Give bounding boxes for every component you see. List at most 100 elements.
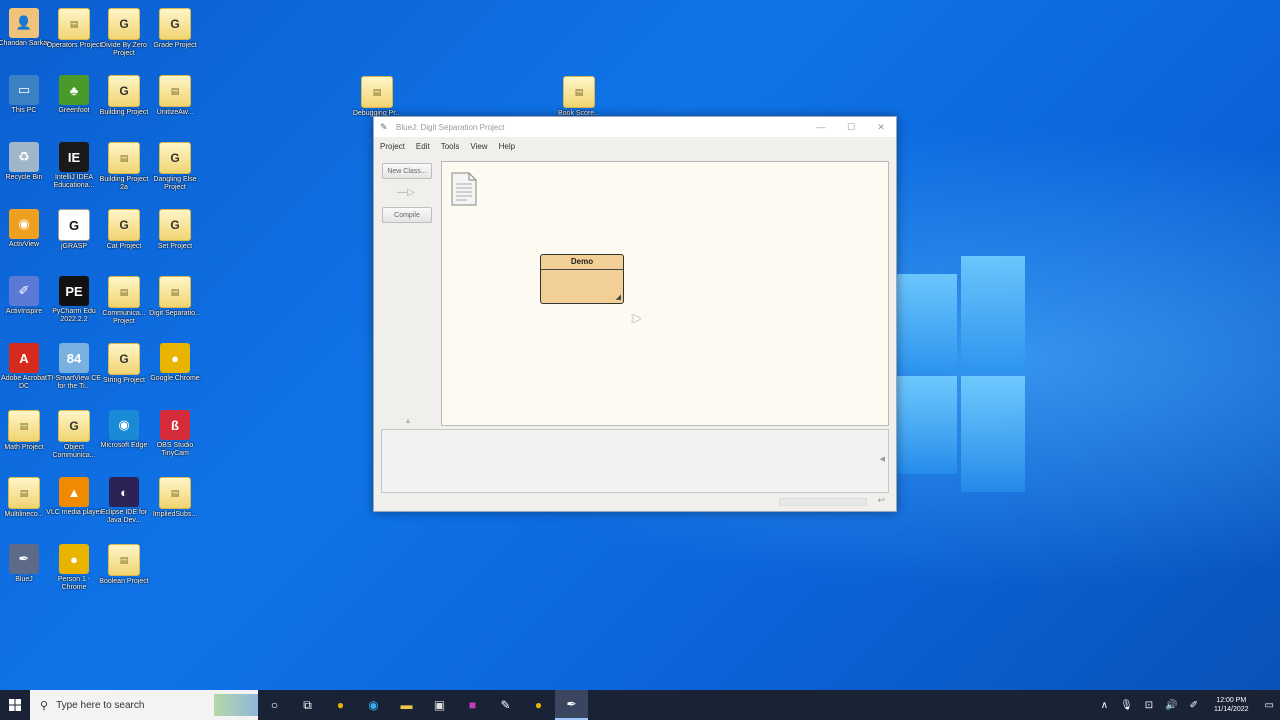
desktop-icon-activinspire2[interactable]: ✐ ActivInspire bbox=[0, 276, 52, 316]
jgrasp-file-icon: G bbox=[58, 410, 90, 442]
compile-button[interactable]: Compile bbox=[382, 207, 432, 223]
readme-document-icon[interactable] bbox=[451, 172, 477, 206]
microphone-icon[interactable]: 🎙 bbox=[1120, 700, 1133, 711]
intellij-taskbar-icon[interactable]: ■ bbox=[456, 690, 489, 720]
activ-icon: ◉ bbox=[9, 209, 39, 239]
taskbar: ⚲ Type here to search ○ ⧉ ● ◉ ▬ ▣ ■ ✎ ● … bbox=[0, 690, 1280, 720]
folder-icon: ▤ bbox=[8, 477, 40, 509]
desktop-icon-recycle[interactable]: ♻ Recycle Bin bbox=[0, 142, 52, 182]
folder-icon: ▤ bbox=[361, 76, 393, 108]
edge-taskbar-icon[interactable]: ◉ bbox=[357, 690, 390, 720]
desktop-icon-divide[interactable]: G Divide By Zero Project bbox=[96, 8, 152, 58]
jgrasp-file-icon: G bbox=[108, 209, 140, 241]
progress-bar bbox=[779, 498, 867, 506]
desktop-icon-greenfoot[interactable]: ♣ Greenfoot bbox=[46, 75, 102, 115]
jgrasp-file-icon: G bbox=[108, 75, 140, 107]
user-icon: 👤 bbox=[9, 8, 39, 38]
desktop-icon-eclipse[interactable]: ◐ Eclipse IDE for Java Dev... bbox=[96, 477, 152, 525]
desktop-icon-boolean[interactable]: ▤ Boolean Project bbox=[96, 544, 152, 586]
uses-arrow-button[interactable]: —▷ bbox=[382, 187, 430, 201]
desktop-icon-communica[interactable]: ▤ Communica... Project bbox=[96, 276, 152, 326]
taskbar-search-box[interactable]: ⚲ Type here to search bbox=[30, 690, 258, 720]
folder-icon: ▤ bbox=[108, 276, 140, 308]
menu-view[interactable]: View bbox=[470, 142, 487, 151]
chrome-taskbar-icon[interactable]: ● bbox=[324, 690, 357, 720]
menu-project[interactable]: Project bbox=[380, 142, 405, 151]
desktop-icon-thispc[interactable]: ▭ This PC bbox=[0, 75, 52, 115]
desktop-icon-label: Building Project 2a bbox=[99, 176, 149, 191]
desktop-icon-dangling[interactable]: G Dangling Else Project bbox=[147, 142, 203, 192]
desktop-icon-tinycam[interactable]: ß OBS Studio TinyCam bbox=[147, 410, 203, 458]
desktop-icon-label: TI-SmartView CE for the Ti... bbox=[47, 375, 101, 390]
desktop-icon-operators[interactable]: ▤ Operators Project bbox=[46, 8, 102, 50]
tool-panel: New Class... —▷ Compile ▲ bbox=[382, 163, 434, 425]
chrome-person-taskbar-icon[interactable]: ● bbox=[522, 690, 555, 720]
desktop-icon-acrobat[interactable]: A Adobe Acrobat DC bbox=[0, 343, 52, 391]
menu-help[interactable]: Help bbox=[499, 142, 515, 151]
notifications-icon[interactable]: ▭ bbox=[1265, 700, 1274, 711]
desktop-icon-smartview[interactable]: 84 TI-SmartView CE for the Ti... bbox=[46, 343, 102, 391]
desktop-icon-jgrasp[interactable]: GjGRASP bbox=[46, 209, 102, 251]
desktop-icon-math[interactable]: ▤ Math Project bbox=[0, 410, 52, 452]
class-diagram-canvas[interactable]: Demo ◢ bbox=[441, 161, 889, 426]
desktop-icon-string[interactable]: G String Project bbox=[96, 343, 152, 385]
desktop-icon-buildingpa[interactable]: ▤ Building Project 2a bbox=[96, 142, 152, 192]
task-view-icon[interactable]: ⧉ bbox=[291, 690, 324, 720]
desktop-icon-activinspire[interactable]: ◉ ActivView bbox=[0, 209, 52, 249]
cortana-icon[interactable]: ○ bbox=[258, 690, 291, 720]
desktop-icon-cat[interactable]: G Cat Project bbox=[96, 209, 152, 251]
desktop-icon-label: ActivView bbox=[8, 241, 40, 248]
close-button[interactable]: ✕ bbox=[866, 122, 896, 133]
menu-edit[interactable]: Edit bbox=[416, 142, 430, 151]
pen-taskbar-icon[interactable]: ✎ bbox=[489, 690, 522, 720]
system-tray: ∧ 🎙 ⊡ 🔊 ✐ 12:00 PM 11/14/2022 ▭ bbox=[1095, 690, 1280, 720]
pen-tray-icon[interactable]: ✐ bbox=[1190, 700, 1198, 711]
PE-icon: PE bbox=[59, 276, 89, 306]
desktop-icon-grade[interactable]: G Grade Project bbox=[147, 8, 203, 50]
desktop-icon-building[interactable]: G Building Project bbox=[96, 75, 152, 117]
desktop-icon-edge[interactable]: ◉ Microsoft Edge bbox=[96, 410, 152, 450]
folder-icon: ▤ bbox=[159, 75, 191, 107]
desktop-icon-intellij[interactable]: IE IntelliJ IDEA Educationa... bbox=[46, 142, 102, 190]
network-icon[interactable]: ⊡ bbox=[1145, 700, 1153, 711]
bluej-taskbar-icon[interactable]: ✒ bbox=[555, 690, 588, 720]
desktop-icon-object[interactable]: G Object Communica... bbox=[46, 410, 102, 460]
desktop-icon-implied[interactable]: ▤ ImpliedSubs... bbox=[147, 477, 203, 519]
desktop-icon-debugging[interactable]: ▤ Debugging Pr... bbox=[349, 76, 405, 118]
resize-handle-icon[interactable]: ◢ bbox=[616, 293, 621, 301]
chrome-icon: ● bbox=[160, 343, 190, 373]
desktop-icon-label: Recycle Bin bbox=[5, 174, 43, 181]
desktop-icon-pycharm[interactable]: PE PyCharm Edu 2022.2.2 bbox=[46, 276, 102, 324]
desktop-icon-chandan[interactable]: 👤 Chandan Sarkar bbox=[0, 8, 52, 48]
clock[interactable]: 12:00 PM 11/14/2022 bbox=[1214, 696, 1249, 714]
collapse-up-icon[interactable]: ▲ bbox=[404, 416, 412, 425]
window-titlebar[interactable]: ✎ BlueJ: Digit Separation Project — ☐ ✕ bbox=[374, 117, 896, 137]
folder-icon: ▤ bbox=[159, 477, 191, 509]
mouse-cursor-icon: ➤ bbox=[630, 310, 642, 326]
desktop-icon-label: This PC bbox=[11, 107, 37, 114]
desktop-icon-chrome[interactable]: ● Google Chrome bbox=[147, 343, 203, 383]
desktop-icon-person1[interactable]: ● Person 1 - Chrome bbox=[46, 544, 102, 592]
desktop-icon-unitize[interactable]: ▤ UnitizeAw... bbox=[147, 75, 203, 117]
volume-icon[interactable]: 🔊 bbox=[1165, 700, 1177, 711]
new-class-button[interactable]: New Class... bbox=[382, 163, 432, 179]
reset-vm-icon[interactable]: ↩ bbox=[877, 495, 885, 506]
desktop-icon-bookstore[interactable]: ▤ Book Score... bbox=[551, 76, 607, 118]
class-demo[interactable]: Demo ◢ bbox=[540, 254, 624, 304]
minimize-button[interactable]: — bbox=[806, 122, 836, 133]
tray-overflow-icon[interactable]: ∧ bbox=[1101, 700, 1108, 711]
desktop-icon-digit[interactable]: ▤ Digit Separatio... bbox=[147, 276, 203, 318]
desktop-icon-vlc[interactable]: ▲ VLC media player bbox=[46, 477, 102, 517]
store-icon[interactable]: ▣ bbox=[423, 690, 456, 720]
clock-date: 11/14/2022 bbox=[1214, 706, 1249, 713]
bench-scroll-icon[interactable]: ◀ bbox=[880, 455, 885, 463]
desktop-icon-bluej[interactable]: ✒ BlueJ bbox=[0, 544, 52, 584]
desktop-icon-set[interactable]: G Set Project bbox=[147, 209, 203, 251]
object-bench[interactable]: ◀ bbox=[381, 429, 889, 493]
start-button[interactable] bbox=[0, 690, 30, 720]
menu-tools[interactable]: Tools bbox=[441, 142, 460, 151]
windows-start-icon bbox=[9, 699, 21, 711]
desktop-icon-multiline[interactable]: ▤ Multilineco... bbox=[0, 477, 52, 519]
file-explorer-icon[interactable]: ▬ bbox=[390, 690, 423, 720]
maximize-button[interactable]: ☐ bbox=[836, 122, 866, 133]
